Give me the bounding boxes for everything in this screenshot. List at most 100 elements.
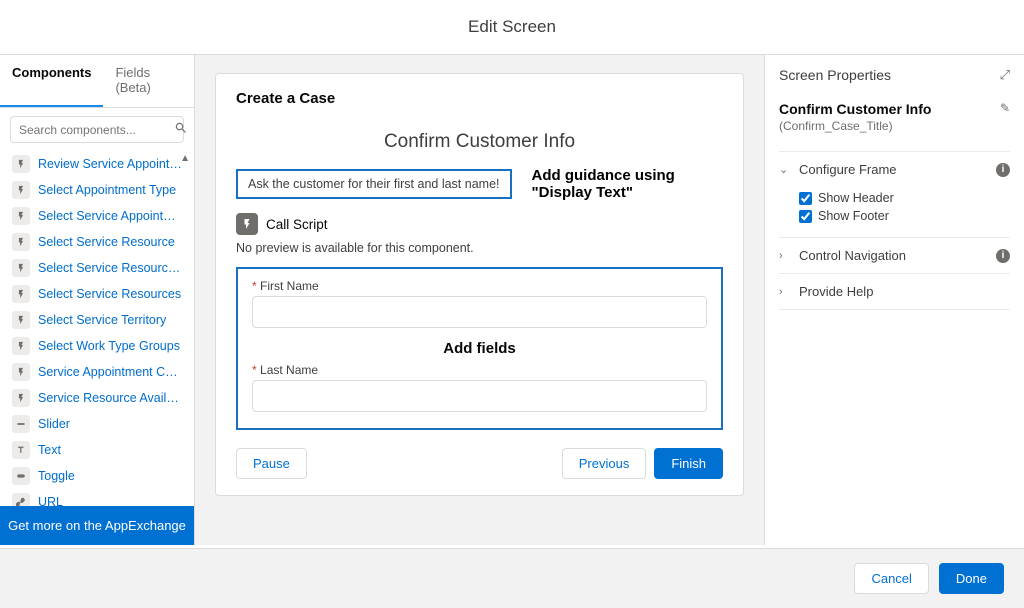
- list-item-label: Select Service Resource an...: [38, 261, 182, 275]
- field-last-name: * Last Name: [252, 363, 707, 412]
- info-icon[interactable]: i: [996, 249, 1010, 263]
- list-item-label: Select Service Appointmen...: [38, 209, 182, 223]
- list-item[interactable]: Select Service Territory: [4, 307, 190, 333]
- properties-panel: Screen Properties ⤢ Confirm Customer Inf…: [764, 55, 1024, 545]
- list-item[interactable]: URL: [4, 489, 190, 506]
- guidance-box[interactable]: Ask the customer for their first and las…: [236, 169, 512, 199]
- first-name-input[interactable]: [252, 296, 707, 328]
- search-container: [0, 108, 194, 151]
- list-item[interactable]: Select Service Appointmen...: [4, 203, 190, 229]
- lightning-icon: [12, 181, 30, 199]
- modal-footer: Cancel Done: [0, 548, 1024, 608]
- list-item-label: Select Work Type Groups: [38, 339, 180, 353]
- acc-head-configure[interactable]: ⌄Configure Frame i: [779, 152, 1010, 187]
- list-item-label: Review Service Appointment: [38, 157, 182, 171]
- case-title: Create a Case: [236, 90, 723, 107]
- list-item[interactable]: Service Resource Availability: [4, 385, 190, 411]
- canvas: Create a Case Confirm Customer Info Ask …: [215, 73, 744, 496]
- cancel-button[interactable]: Cancel: [854, 563, 928, 594]
- search-box[interactable]: [10, 116, 184, 143]
- lightning-icon: [12, 207, 30, 225]
- main-layout: Components Fields (Beta) ▲ Review Servic…: [0, 55, 1024, 545]
- list-item-label: Service Appointment Confi...: [38, 365, 182, 379]
- list-item-label: Select Service Resource: [38, 235, 175, 249]
- fields-box[interactable]: * First Name Add fields * Last Name: [236, 267, 723, 430]
- lightning-icon: [12, 311, 30, 329]
- edit-icon[interactable]: ✎: [1000, 101, 1010, 115]
- list-item-label: Toggle: [38, 469, 75, 483]
- done-button[interactable]: Done: [939, 563, 1004, 594]
- search-icon: [174, 121, 188, 138]
- lightning-icon: [12, 337, 30, 355]
- modal-header: Edit Screen: [0, 0, 1024, 55]
- show-header-checkbox[interactable]: [799, 192, 812, 205]
- accordion: ⌄Configure Frame i Show Header Show Foot…: [779, 151, 1010, 310]
- lightning-icon: [12, 285, 30, 303]
- search-input[interactable]: [19, 123, 174, 137]
- list-item-label: Select Service Resources: [38, 287, 181, 301]
- list-item-label: URL: [38, 495, 63, 506]
- guidance-text: Ask the customer for their first and las…: [248, 177, 500, 191]
- chevron-down-icon: ⌄: [779, 163, 791, 176]
- lightning-icon: [12, 259, 30, 277]
- list-item[interactable]: Select Service Resources: [4, 281, 190, 307]
- acc-head-help[interactable]: ›Provide Help: [779, 274, 1010, 309]
- first-name-label: * First Name: [252, 279, 707, 293]
- appexchange-button[interactable]: Get more on the AppExchange: [0, 506, 194, 545]
- no-preview-text: No preview is available for this compone…: [236, 241, 723, 255]
- lightning-icon: [12, 389, 30, 407]
- list-item[interactable]: Select Service Resource an...: [4, 255, 190, 281]
- acc-configure-frame: ⌄Configure Frame i Show Header Show Foot…: [779, 152, 1010, 238]
- screen-name: Confirm Customer Info: [779, 101, 931, 117]
- show-footer-row[interactable]: Show Footer: [799, 209, 1010, 223]
- lightning-icon: [12, 363, 30, 381]
- left-tabs: Components Fields (Beta): [0, 55, 194, 108]
- info-icon[interactable]: i: [996, 163, 1010, 177]
- list-item[interactable]: Select Service Resource: [4, 229, 190, 255]
- tab-components[interactable]: Components: [0, 55, 103, 107]
- center-canvas-wrap: Create a Case Confirm Customer Info Ask …: [195, 55, 764, 545]
- acc-control-nav: ›Control Navigation i: [779, 238, 1010, 274]
- canvas-footer: Pause Previous Finish: [236, 448, 723, 479]
- list-item[interactable]: Review Service Appointment: [4, 151, 190, 177]
- list-item-label: Slider: [38, 417, 70, 431]
- list-item-label: Text: [38, 443, 61, 457]
- link-icon: [12, 493, 30, 506]
- expand-icon[interactable]: ⤢: [1000, 67, 1010, 83]
- list-item-label: Service Resource Availability: [38, 391, 182, 405]
- last-name-label: * Last Name: [252, 363, 707, 377]
- list-item-label: Select Appointment Type: [38, 183, 176, 197]
- text-icon: [12, 441, 30, 459]
- pause-button[interactable]: Pause: [236, 448, 307, 479]
- acc-head-nav[interactable]: ›Control Navigation i: [779, 238, 1010, 273]
- screen-api-name: (Confirm_Case_Title): [779, 119, 931, 133]
- scroll-up-icon[interactable]: ▲: [180, 153, 190, 164]
- lightning-icon: [236, 213, 258, 235]
- screen-title: Confirm Customer Info: [236, 131, 723, 153]
- list-item[interactable]: Text: [4, 437, 190, 463]
- tab-fields[interactable]: Fields (Beta): [103, 55, 194, 107]
- show-footer-checkbox[interactable]: [799, 210, 812, 223]
- field-first-name: * First Name: [252, 279, 707, 328]
- previous-button[interactable]: Previous: [562, 448, 647, 479]
- component-list[interactable]: ▲ Review Service Appointment Select Appo…: [0, 151, 194, 506]
- acc-provide-help: ›Provide Help: [779, 274, 1010, 310]
- call-script-label: Call Script: [266, 217, 328, 232]
- list-item[interactable]: Service Appointment Confi...: [4, 359, 190, 385]
- lightning-icon: [12, 155, 30, 173]
- lightning-icon: [12, 233, 30, 251]
- list-item[interactable]: Select Appointment Type: [4, 177, 190, 203]
- finish-button[interactable]: Finish: [654, 448, 723, 479]
- call-script-block: Call Script No preview is available for …: [236, 213, 723, 255]
- toggle-icon: [12, 467, 30, 485]
- chevron-right-icon: ›: [779, 286, 791, 298]
- last-name-input[interactable]: [252, 380, 707, 412]
- list-item[interactable]: Slider: [4, 411, 190, 437]
- left-panel: Components Fields (Beta) ▲ Review Servic…: [0, 55, 195, 545]
- fields-annotation: Add fields: [252, 340, 707, 357]
- properties-header: Screen Properties: [779, 67, 891, 83]
- slider-icon: [12, 415, 30, 433]
- list-item[interactable]: Select Work Type Groups: [4, 333, 190, 359]
- list-item[interactable]: Toggle: [4, 463, 190, 489]
- show-header-row[interactable]: Show Header: [799, 191, 1010, 205]
